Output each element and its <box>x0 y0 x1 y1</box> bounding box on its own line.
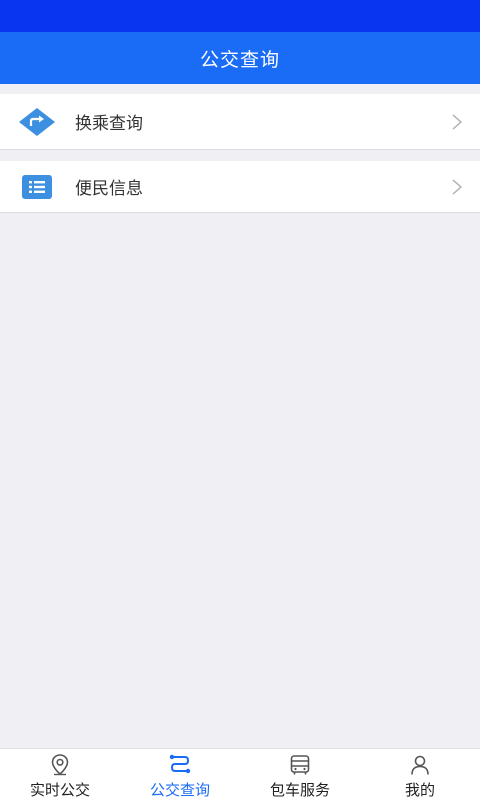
chevron-right-icon <box>452 113 463 130</box>
tab-label: 包车服务 <box>269 781 330 799</box>
tab-label: 公交查询 <box>149 781 210 799</box>
tab-mine[interactable]: 我的 <box>360 749 480 800</box>
app-header: 公交查询 <box>0 32 480 84</box>
menu-item-transfer-query[interactable]: 换乘查询 <box>0 94 480 150</box>
tab-realtime-bus[interactable]: 实时公交 <box>0 749 120 800</box>
transfer-route-icon <box>18 103 56 141</box>
tab-bus-query[interactable]: 公交查询 <box>120 749 240 800</box>
list-icon <box>18 168 56 206</box>
tab-charter-service[interactable]: 包车服务 <box>240 749 360 800</box>
menu-item-convenience-info[interactable]: 便民信息 <box>0 161 480 213</box>
route-icon <box>168 753 192 777</box>
bottom-tab-bar: 实时公交 公交查询 包车服务 我的 <box>0 748 480 800</box>
page-title: 公交查询 <box>199 48 280 71</box>
menu-item-label: 便民信息 <box>75 179 143 199</box>
location-pin-icon <box>48 753 72 777</box>
tab-label: 我的 <box>404 781 435 799</box>
chevron-right-icon <box>452 178 463 195</box>
user-icon <box>408 753 432 777</box>
status-bar <box>0 0 480 32</box>
tab-label: 实时公交 <box>29 781 90 799</box>
menu-item-label: 换乘查询 <box>75 114 143 134</box>
bus-icon <box>288 753 312 777</box>
